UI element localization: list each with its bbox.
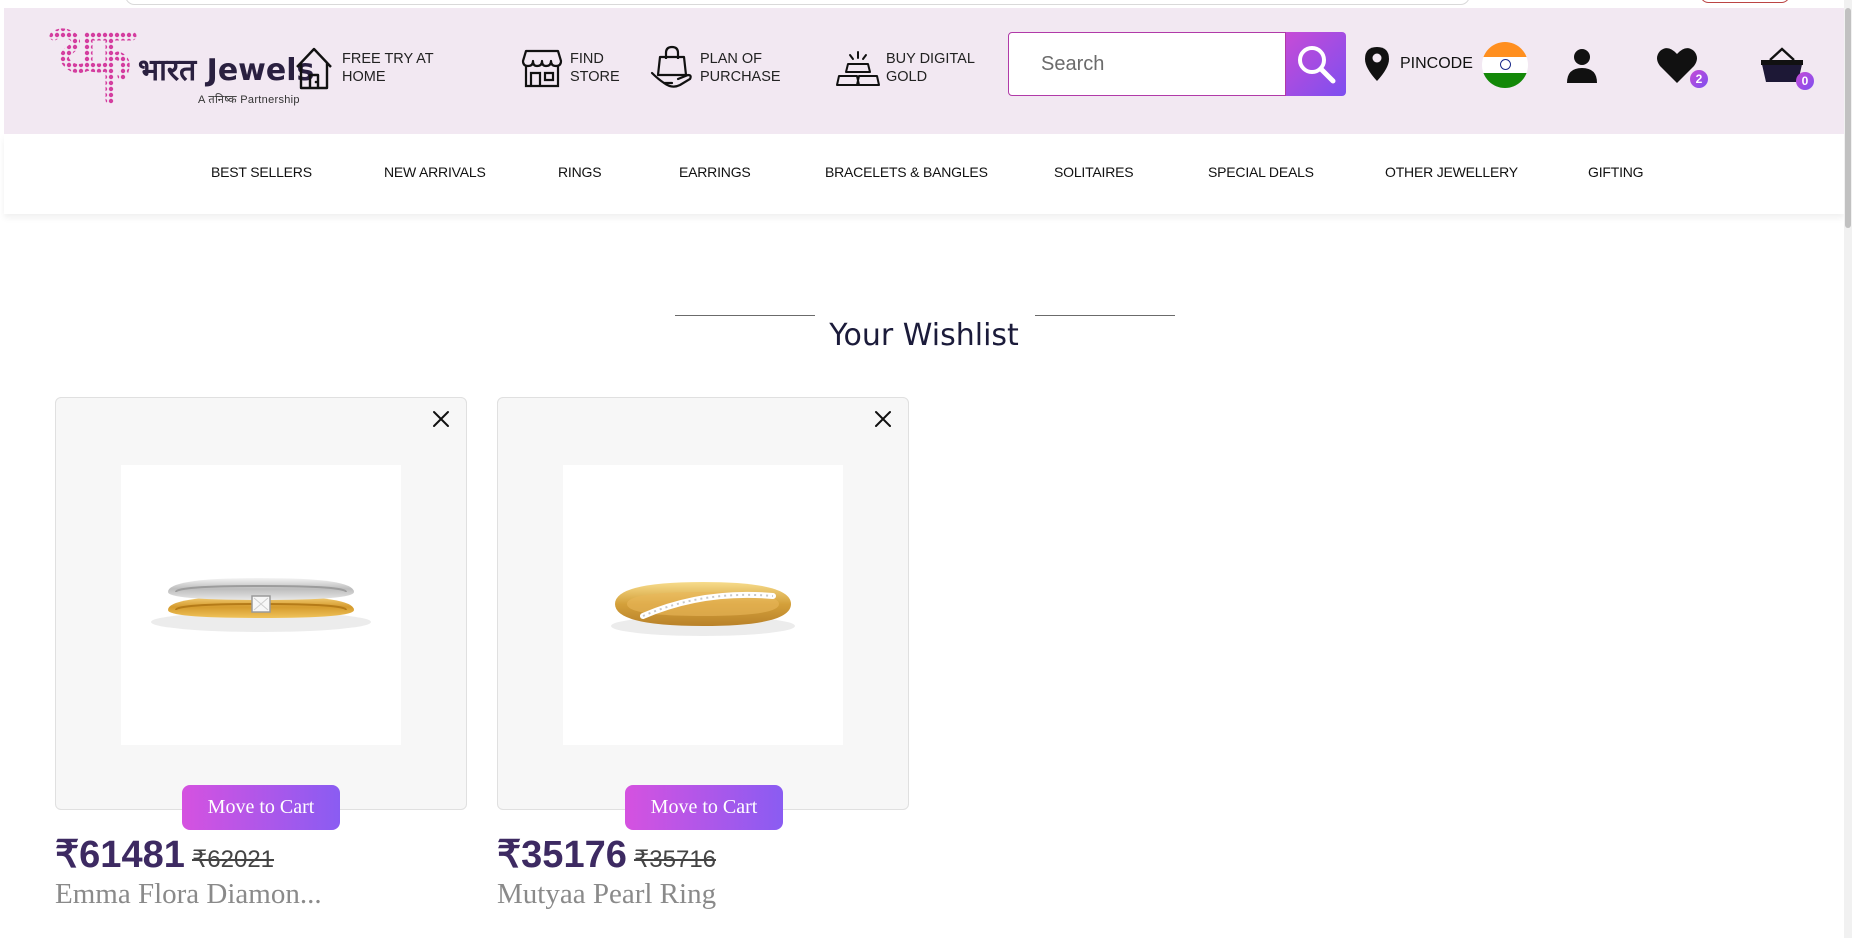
- close-icon: [433, 411, 449, 427]
- page-title: Your Wishlist: [829, 318, 1019, 353]
- digital-gold-link[interactable]: BUY DIGITAL GOLD: [836, 38, 975, 98]
- product-image[interactable]: [563, 465, 843, 745]
- browser-button-remnant: [1700, 0, 1790, 3]
- wishlist-button[interactable]: 2: [1656, 46, 1708, 89]
- nav-item-rings[interactable]: RINGS: [558, 164, 602, 180]
- move-to-cart-button[interactable]: Move to Cart: [182, 785, 340, 830]
- find-store-label: FIND STORE: [570, 51, 620, 85]
- remove-item-button[interactable]: [872, 408, 894, 430]
- address-bar-remnant: [125, 0, 1470, 5]
- close-icon: [875, 411, 891, 427]
- move-to-cart-button[interactable]: Move to Cart: [625, 785, 783, 830]
- cart-count-badge: 0: [1796, 72, 1814, 90]
- account-button[interactable]: [1566, 48, 1598, 89]
- brand-logo[interactable]: भारत Jewels A तनिष्क Partnership: [48, 26, 328, 110]
- plan-of-purchase-label: PLAN OF PURCHASE: [700, 51, 781, 85]
- product-name[interactable]: Emma Flora Diamon...: [55, 878, 322, 911]
- brand-tagline: A तनिष्क Partnership: [198, 94, 300, 106]
- try-at-home-label: FREE TRY AT HOME: [342, 51, 434, 85]
- page-scrollbar[interactable]: [1844, 0, 1852, 938]
- search-icon: [1298, 46, 1336, 84]
- logo-mark-icon: [49, 28, 137, 105]
- site-header: भारत Jewels A तनिष्क Partnership FREE TR…: [4, 8, 1844, 134]
- hand-bag-icon: [650, 44, 694, 92]
- india-flag-icon[interactable]: [1482, 42, 1528, 88]
- product-price: ₹35176: [497, 834, 627, 876]
- product-price: ₹61481: [55, 834, 185, 876]
- cart-button[interactable]: 0: [1760, 46, 1814, 90]
- search-bar: [1008, 32, 1346, 96]
- crossover-gold-ring-image: [611, 582, 795, 636]
- plan-of-purchase-link[interactable]: PLAN OF PURCHASE: [650, 38, 781, 98]
- gold-bars-icon: [836, 44, 880, 92]
- nav-item-solitaires[interactable]: SOLITAIRES: [1054, 164, 1134, 180]
- product-image[interactable]: [121, 465, 401, 745]
- store-icon: [520, 44, 564, 92]
- pincode-label: PINCODE: [1400, 55, 1473, 72]
- house-icon: [292, 44, 336, 92]
- search-button[interactable]: [1286, 32, 1346, 96]
- remove-item-button[interactable]: [430, 408, 452, 430]
- location-pin-icon: [1365, 47, 1389, 81]
- category-nav: BEST SELLERS NEW ARRIVALS RINGS EARRINGS…: [4, 134, 1844, 214]
- two-tone-diamond-ring-image: [151, 578, 371, 632]
- find-store-link[interactable]: FIND STORE: [520, 38, 620, 98]
- brand-name: भारत Jewels: [138, 53, 315, 88]
- scrollbar-thumb[interactable]: [1845, 8, 1851, 228]
- nav-item-earrings[interactable]: EARRINGS: [679, 164, 751, 180]
- nav-item-best-sellers[interactable]: BEST SELLERS: [211, 164, 312, 180]
- pincode-selector[interactable]: PINCODE: [1364, 46, 1473, 82]
- digital-gold-label: BUY DIGITAL GOLD: [886, 51, 975, 85]
- product-old-price: ₹35716: [634, 846, 717, 873]
- page: भारत Jewels A तनिष्क Partnership FREE TR…: [0, 0, 1852, 938]
- browser-top-strip: [0, 0, 1852, 8]
- product-old-price: ₹62021: [192, 846, 275, 873]
- search-input[interactable]: [1008, 32, 1286, 96]
- try-at-home-link[interactable]: FREE TRY AT HOME: [292, 38, 434, 98]
- wishlist-card: [497, 397, 909, 810]
- title-divider-left: [675, 315, 815, 316]
- nav-item-new-arrivals[interactable]: NEW ARRIVALS: [384, 164, 486, 180]
- wishlist-count-badge: 2: [1690, 70, 1708, 88]
- title-divider-right: [1035, 315, 1175, 316]
- nav-item-special-deals[interactable]: SPECIAL DEALS: [1208, 164, 1314, 180]
- nav-item-other-jewellery[interactable]: OTHER JEWELLERY: [1385, 164, 1518, 180]
- user-icon: [1567, 49, 1597, 83]
- wishlist-card: [55, 397, 467, 810]
- nav-item-bracelets-bangles[interactable]: BRACELETS & BANGLES: [825, 164, 988, 180]
- product-name[interactable]: Mutyaa Pearl Ring: [497, 878, 716, 911]
- nav-item-gifting[interactable]: GIFTING: [1588, 164, 1644, 180]
